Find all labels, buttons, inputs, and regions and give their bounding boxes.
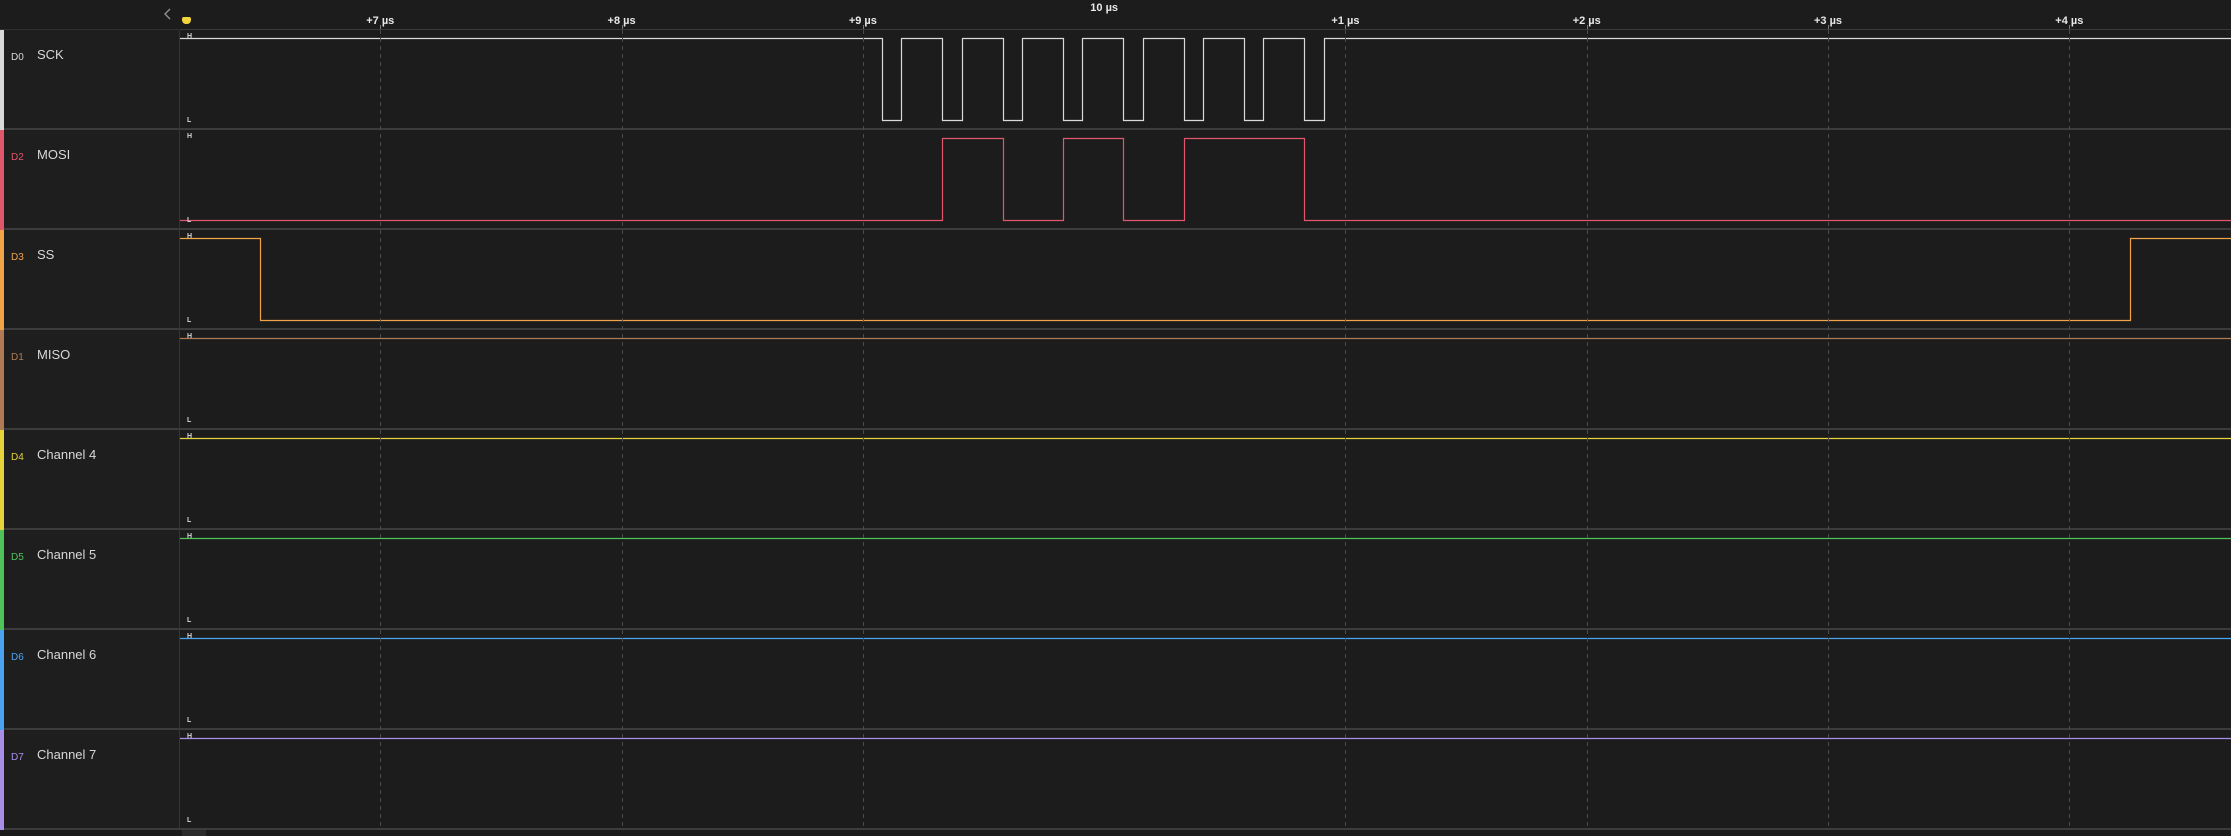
- level-high-label: H: [187, 33, 193, 40]
- channel-name[interactable]: MOSI: [37, 147, 70, 162]
- time-tick-mark: [862, 25, 864, 29]
- waveform-svg: [180, 437, 2231, 440]
- waveform-area[interactable]: HL: [180, 730, 2231, 830]
- channel-color-strip: [0, 530, 4, 630]
- time-tick-mark: [2069, 25, 2071, 29]
- time-tick-mark: [1345, 25, 1347, 29]
- channel-label[interactable]: D3 SS: [0, 230, 180, 330]
- level-high-label: H: [187, 133, 193, 140]
- waveform-svg: [180, 237, 2231, 322]
- channel-color-strip: [0, 730, 4, 830]
- time-tick-mark: [1586, 25, 1588, 29]
- scrollbar-thumb[interactable]: [182, 830, 206, 836]
- channel-name[interactable]: MISO: [37, 347, 70, 362]
- channel-name[interactable]: Channel 7: [37, 747, 96, 762]
- level-high-label: H: [187, 433, 193, 440]
- channel-id: D3: [11, 252, 24, 263]
- channel-color-strip: [0, 330, 4, 430]
- collapse-panel-button[interactable]: [160, 5, 176, 23]
- level-low-label: L: [187, 117, 192, 124]
- level-low-label: L: [187, 817, 192, 824]
- channel-row: D3 SS H L: [0, 230, 2231, 330]
- level-low-label: L: [187, 417, 192, 424]
- waveform-trace: [180, 137, 2231, 222]
- timing-marker-flag-icon[interactable]: [182, 17, 191, 24]
- channel-name[interactable]: Channel 5: [37, 547, 96, 562]
- waveform-area[interactable]: HL: [180, 230, 2231, 330]
- channel-color-strip: [0, 30, 4, 130]
- waveform-area[interactable]: HL: [180, 630, 2231, 730]
- channel-row: D6 Channel 6HL: [0, 630, 2231, 730]
- horizontal-scrollbar[interactable]: [0, 830, 2231, 836]
- channel-name[interactable]: SS: [37, 247, 54, 262]
- channel-label[interactable]: D0 SCK: [0, 30, 180, 130]
- channel-label[interactable]: D1 MISO: [0, 330, 180, 430]
- logic-analyzer-view: 10 µs +7 µs +8 µs +9 µs +1 µs +2 µs +3 µs +4 µ…: [0, 0, 2231, 836]
- time-tick-mark: [380, 25, 382, 29]
- waveform-svg: [180, 337, 2231, 340]
- waveform-svg: [180, 737, 2231, 740]
- channel-row: D5 Channel 5HL: [0, 530, 2231, 630]
- waveform-area[interactable]: HL: [180, 330, 2231, 430]
- channel-label[interactable]: D7 Channel 7: [0, 730, 180, 830]
- waveform-svg: [180, 637, 2231, 640]
- time-ruler[interactable]: 10 µs +7 µs +8 µs +9 µs +1 µs +2 µs +3 µs +4 µ…: [180, 0, 2231, 30]
- time-tick-mark: [621, 25, 623, 29]
- level-high-label: H: [187, 333, 193, 340]
- waveform-area[interactable]: HL: [180, 30, 2231, 130]
- time-tick-mark: [1828, 25, 1830, 29]
- channel-id: D7: [11, 752, 24, 763]
- channel-color-strip: [0, 130, 4, 230]
- channel-row: D0 SCK H L: [0, 30, 2231, 130]
- channel-color-strip: [0, 630, 4, 730]
- level-low-label: L: [187, 617, 192, 624]
- channel-row: D2 MOSI H L: [0, 130, 2231, 230]
- center-time-label: 10 µs: [1090, 2, 1119, 14]
- channel-id: D6: [11, 652, 24, 663]
- channel-label[interactable]: D2 MOSI: [0, 130, 180, 230]
- waveform-area[interactable]: HL: [180, 130, 2231, 230]
- channel-label[interactable]: D4 Channel 4: [0, 430, 180, 530]
- waveform-area[interactable]: HL: [180, 430, 2231, 530]
- level-low-label: L: [187, 217, 192, 224]
- waveform-trace: [180, 37, 2231, 122]
- level-high-label: H: [187, 233, 193, 240]
- level-high-label: H: [187, 633, 193, 640]
- channel-row: D7 Channel 7HL: [0, 730, 2231, 830]
- channel-id: D2: [11, 152, 24, 163]
- level-low-label: L: [187, 717, 192, 724]
- channel-name[interactable]: Channel 4: [37, 447, 96, 462]
- channel-id: D5: [11, 552, 24, 563]
- waveform-svg: [180, 37, 2231, 122]
- waveform-svg: [180, 537, 2231, 540]
- waveform-svg: [180, 137, 2231, 222]
- channel-name[interactable]: SCK: [37, 47, 64, 62]
- channel-header-panel: [0, 0, 179, 30]
- channel-id: D1: [11, 352, 24, 363]
- level-high-label: H: [187, 733, 193, 740]
- level-high-label: H: [187, 533, 193, 540]
- channel-id: D0: [11, 52, 24, 63]
- waveform-trace: [180, 237, 2231, 322]
- level-low-label: L: [187, 517, 192, 524]
- channel-id: D4: [11, 452, 24, 463]
- channel-color-strip: [0, 430, 4, 530]
- channel-label[interactable]: D5 Channel 5: [0, 530, 180, 630]
- waveform-area[interactable]: HL: [180, 530, 2231, 630]
- channel-label[interactable]: D6 Channel 6: [0, 630, 180, 730]
- channel-color-strip: [0, 230, 4, 330]
- chevron-left-icon: [163, 8, 171, 20]
- level-low-label: L: [187, 317, 192, 324]
- channel-name[interactable]: Channel 6: [37, 647, 96, 662]
- channel-row: D4 Channel 4HL: [0, 430, 2231, 530]
- channel-row: D1 MISO H L: [0, 330, 2231, 430]
